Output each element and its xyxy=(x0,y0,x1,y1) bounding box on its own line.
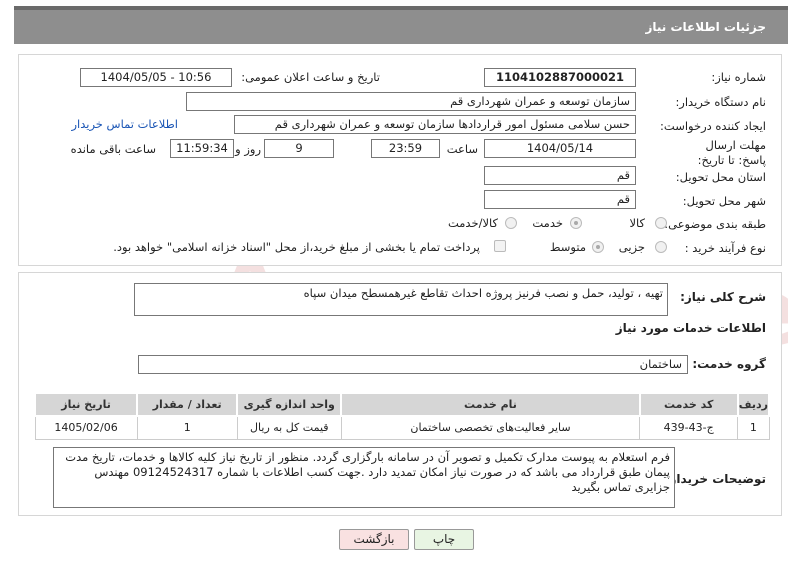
column-header-service-name: نام خدمت xyxy=(340,392,641,417)
process-radio-minor[interactable] xyxy=(655,241,667,253)
process-radio-medium[interactable] xyxy=(592,241,604,253)
process-type-label: نوع فرآیند خرید : xyxy=(684,241,766,255)
table-header-row: ردیف کد خدمت نام خدمت واحد اندازه گیری ت… xyxy=(33,392,771,417)
deadline-date-field[interactable]: 1404/05/14 xyxy=(484,139,636,158)
buyer-org-field[interactable]: سازمان توسعه و عمران شهرداری قم xyxy=(186,92,636,111)
need-number-label: شماره نیاز: xyxy=(711,70,766,84)
remaining-time-field[interactable]: 11:59:34 xyxy=(170,139,234,158)
buyer-contact-link[interactable]: اطلاعات تماس خریدار xyxy=(71,117,178,131)
requester-label: ایجاد کننده درخواست: xyxy=(660,119,766,133)
deadline-label: مهلت ارسال پاسخ: تا تاریخ: xyxy=(697,138,766,167)
cell-service-code: ج-43-439 xyxy=(639,415,739,440)
column-header-quantity: تعداد / مقدار xyxy=(136,392,239,417)
process-option-minor: جزیی xyxy=(618,240,645,254)
summary-label: شرح کلی نیاز: xyxy=(680,290,766,304)
cell-service-name: سایر فعالیت‌های تخصصی ساختمان xyxy=(340,415,641,440)
remaining-label: ساعت باقی مانده xyxy=(70,142,156,156)
print-button[interactable]: چاپ xyxy=(414,529,474,550)
cell-unit: قیمت کل به ریال xyxy=(236,415,342,440)
category-radio-goods[interactable] xyxy=(655,217,667,229)
category-option-service: خدمت xyxy=(532,216,563,230)
delivery-city-field[interactable]: قم xyxy=(484,190,636,209)
deadline-time-label: ساعت xyxy=(446,142,478,156)
treasury-payment-checkbox[interactable] xyxy=(494,240,506,252)
buyer-notes-field[interactable]: فرم استعلام به پیوست مدارک تکمیل و تصویر… xyxy=(53,447,675,508)
cell-quantity: 1 xyxy=(136,415,238,440)
delivery-city-label: شهر محل تحویل: xyxy=(682,194,766,208)
announce-datetime-field[interactable]: 1404/05/05 - 10:56 xyxy=(80,68,232,87)
cell-need-date: 1405/02/06 xyxy=(34,415,138,440)
treasury-payment-note: پرداخت تمام یا بخشی از مبلغ خرید،از محل … xyxy=(113,240,480,254)
delivery-province-label: استان محل تحویل: xyxy=(675,170,766,184)
column-header-row-number: ردیف xyxy=(736,392,771,417)
remaining-days-field[interactable]: 9 xyxy=(264,139,334,158)
summary-field[interactable]: تهیه ، تولید، حمل و نصب فرنیز پروژه احدا… xyxy=(134,283,668,316)
services-section-title: اطلاعات خدمات مورد نیاز xyxy=(615,321,766,335)
service-group-field[interactable]: ساختمان xyxy=(138,355,688,374)
announce-datetime-label: تاریخ و ساعت اعلان عمومی: xyxy=(241,70,380,84)
column-header-need-date: تاریخ نیاز xyxy=(33,392,139,417)
cell-row-number: 1 xyxy=(737,415,770,440)
services-table: ردیف کد خدمت نام خدمت واحد اندازه گیری ت… xyxy=(33,392,771,440)
process-option-medium: متوسط xyxy=(549,240,586,254)
delivery-province-field[interactable]: قم xyxy=(484,166,636,185)
back-button[interactable]: بازگشت xyxy=(339,529,409,550)
category-radio-goods-service[interactable] xyxy=(505,217,517,229)
category-label: طبقه بندی موضوعی: xyxy=(664,217,766,231)
table-row[interactable]: 1 ج-43-439 سایر فعالیت‌های تخصصی ساختمان… xyxy=(34,415,770,440)
deadline-time-field[interactable]: 23:59 xyxy=(371,139,440,158)
column-header-unit: واحد اندازه گیری xyxy=(236,392,343,417)
service-group-label: گروه خدمت: xyxy=(692,357,766,371)
buyer-org-label: نام دستگاه خریدار: xyxy=(675,95,766,109)
category-option-goods-service: کالا/خدمت xyxy=(447,216,498,230)
buyer-notes-label: توضیحات خریدار: xyxy=(664,472,766,486)
requester-field[interactable]: حسن سلامی مسئول امور قراردادها سازمان تو… xyxy=(234,115,636,134)
category-radio-service[interactable] xyxy=(570,217,582,229)
page-title: جزئیات اطلاعات نیاز xyxy=(645,20,766,34)
days-label: روز و xyxy=(235,142,261,156)
column-header-service-code: کد خدمت xyxy=(638,392,739,417)
category-option-goods: کالا xyxy=(629,216,645,230)
need-number-field[interactable]: 1104102887000021 xyxy=(484,68,636,87)
page-header: جزئیات اطلاعات نیاز xyxy=(14,6,788,44)
